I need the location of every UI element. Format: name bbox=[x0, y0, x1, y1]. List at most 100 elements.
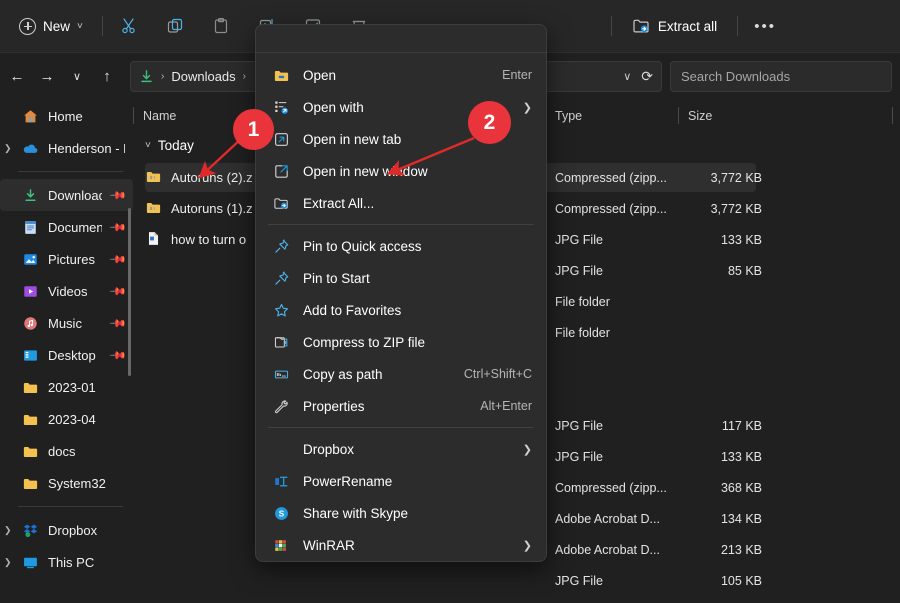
sidebar-item-documents[interactable]: Documents 📌 bbox=[0, 211, 133, 243]
navigation-pane[interactable]: Home ❯ Henderson - Per Downloads 📌 Documents 📌… bbox=[0, 100, 133, 603]
callout-badge-2: 2 bbox=[468, 101, 511, 144]
extract-all-button[interactable]: Extract all bbox=[622, 12, 727, 40]
cell-type: Compressed (zipp... bbox=[555, 170, 667, 185]
copy-icon[interactable] bbox=[159, 11, 191, 41]
menu-item-label: Compress to ZIP file bbox=[303, 334, 426, 350]
menu-item-label: Pin to Quick access bbox=[303, 238, 422, 254]
sidebar-item-system32[interactable]: System32 bbox=[0, 467, 133, 499]
cell-type: JPG File bbox=[555, 232, 603, 247]
extract-all-label: Extract all bbox=[657, 18, 718, 34]
extract-icon bbox=[633, 19, 649, 33]
file-name: Autoruns (1).z bbox=[171, 201, 253, 216]
context-menu[interactable]: Open Enter Open with ❯ Open in new tab Open i… bbox=[255, 24, 547, 562]
new-button-label: New bbox=[43, 18, 71, 34]
breadcrumb-downloads[interactable]: Downloads bbox=[171, 69, 235, 84]
menu-item-properties[interactable]: Properties Alt+Enter bbox=[258, 390, 544, 422]
back-button[interactable]: ← bbox=[2, 62, 32, 92]
new-button[interactable]: New ˅ bbox=[10, 13, 92, 40]
menu-item-extract-all[interactable]: Extract All... bbox=[258, 187, 544, 219]
refresh-icon[interactable]: ⟳ bbox=[641, 68, 653, 85]
cell-size: 213 KB bbox=[720, 542, 762, 557]
cell-size: 133 KB bbox=[720, 232, 762, 247]
menu-item-powerrename[interactable]: PowerRename bbox=[258, 465, 544, 497]
column-header-size[interactable]: Size bbox=[678, 107, 754, 124]
sidebar-item-label: Pictures bbox=[48, 251, 95, 267]
chevron-right-icon[interactable]: ❯ bbox=[4, 525, 12, 536]
forward-button[interactable]: → bbox=[32, 62, 62, 92]
cell-size: 3,772 KB bbox=[710, 170, 762, 185]
sidebar-item-downloads[interactable]: Downloads 📌 bbox=[0, 179, 133, 211]
breadcrumb-separator-1: › bbox=[161, 71, 165, 82]
menu-item-share-with-skype[interactable]: S Share with Skype bbox=[258, 497, 544, 529]
pin-icon: 📌 bbox=[108, 314, 127, 333]
chevron-right-icon[interactable]: ❯ bbox=[4, 143, 12, 154]
chevron-right-icon: ❯ bbox=[522, 539, 532, 552]
menu-item-pin-to-start[interactable]: Pin to Start bbox=[258, 262, 544, 294]
pin-icon: 📌 bbox=[108, 186, 127, 205]
chevron-right-icon: ❯ bbox=[522, 101, 532, 114]
toolbar-divider bbox=[101, 16, 103, 36]
pin-icon bbox=[271, 268, 291, 288]
sidebar-item-docs[interactable]: docs bbox=[0, 435, 133, 467]
menu-item-dropbox[interactable]: Dropbox ❯ bbox=[258, 433, 544, 465]
sidebar-item-label: Henderson - Per bbox=[48, 140, 125, 156]
cell-type: Compressed (zipp... bbox=[555, 480, 667, 495]
cell-size: 85 KB bbox=[727, 263, 762, 278]
cell-type: Adobe Acrobat D... bbox=[555, 542, 660, 557]
menu-item-label: Dropbox bbox=[303, 441, 355, 457]
file-name: Autoruns (2).z bbox=[171, 170, 253, 185]
menu-item-open[interactable]: Open Enter bbox=[258, 59, 544, 91]
winrar-icon bbox=[271, 535, 291, 555]
sidebar-divider bbox=[18, 171, 123, 172]
menu-item-copy-as-path[interactable]: Copy as path Ctrl+Shift+C bbox=[258, 358, 544, 390]
menu-item-winrar[interactable]: WinRAR ❯ bbox=[258, 529, 544, 561]
sidebar-item-dropbox[interactable]: ❯ Dropbox bbox=[0, 514, 133, 546]
chevron-down-icon: ˅ bbox=[77, 20, 83, 32]
menu-item-compress-to-zip-file[interactable]: Compress to ZIP file bbox=[258, 326, 544, 358]
sidebar-item-desktop[interactable]: Desktop 📌 bbox=[0, 339, 133, 371]
sidebar-item-this-pc[interactable]: ❯ This PC bbox=[0, 546, 133, 578]
sidebar-item-music[interactable]: Music 📌 bbox=[0, 307, 133, 339]
menu-item-open-in-new-window[interactable]: Open in new window bbox=[258, 155, 544, 187]
search-input[interactable]: Search Downloads bbox=[670, 61, 892, 92]
svg-text:S: S bbox=[278, 509, 284, 518]
cell-type: JPG File bbox=[555, 263, 603, 278]
sidebar-item-2023-01[interactable]: 2023-01 bbox=[0, 371, 133, 403]
sidebar-item-2023-04[interactable]: 2023-04 bbox=[0, 403, 133, 435]
videos-icon bbox=[22, 283, 39, 300]
chevron-right-icon[interactable]: ❯ bbox=[4, 557, 12, 568]
sidebar-item-label: Dropbox bbox=[48, 522, 98, 538]
up-button[interactable]: ↑ bbox=[92, 62, 122, 92]
pin-icon bbox=[271, 236, 291, 256]
table-row[interactable]: (1)4/19/2023 4:18 AMFile folder bbox=[133, 596, 900, 603]
menu-item-add-to-favorites[interactable]: Add to Favorites bbox=[258, 294, 544, 326]
group-header-today[interactable]: ˅ Today bbox=[145, 138, 194, 153]
sidebar-item-label: System32 bbox=[48, 475, 106, 491]
recent-locations-button[interactable]: ∨ bbox=[62, 62, 92, 92]
cell-type: Adobe Acrobat D... bbox=[555, 511, 660, 526]
menu-item-pin-to-quick-access[interactable]: Pin to Quick access bbox=[258, 230, 544, 262]
menu-item-label: Share with Skype bbox=[303, 505, 409, 521]
file-name: how to turn o bbox=[171, 232, 247, 247]
see-more-button[interactable]: ••• bbox=[748, 12, 782, 40]
column-header-type[interactable]: Type bbox=[545, 107, 678, 124]
desktop-icon bbox=[22, 347, 39, 364]
onedrive-icon bbox=[22, 140, 39, 157]
cut-icon[interactable] bbox=[113, 11, 145, 41]
sidebar-item-videos[interactable]: Videos 📌 bbox=[0, 275, 133, 307]
breadcrumb-separator-2[interactable]: › bbox=[243, 71, 246, 82]
downloads-icon bbox=[141, 70, 152, 83]
sidebar-scrollbar[interactable] bbox=[128, 208, 131, 376]
paste-icon[interactable] bbox=[205, 11, 237, 41]
address-dropdown-icon[interactable]: ∨ bbox=[623, 70, 631, 83]
toolbar-divider-3 bbox=[737, 16, 739, 36]
menu-divider bbox=[268, 427, 534, 428]
group-header-label: Today bbox=[157, 138, 194, 153]
pin-icon: 📌 bbox=[108, 218, 127, 237]
table-row[interactable]: JPG File 105 KB bbox=[133, 565, 900, 596]
see-more-label: ••• bbox=[754, 17, 777, 35]
menu-item-label: Properties bbox=[303, 398, 365, 414]
sidebar-item-home[interactable]: Home bbox=[0, 100, 133, 132]
sidebar-item-pictures[interactable]: Pictures 📌 bbox=[0, 243, 133, 275]
sidebar-item-henderson-per[interactable]: ❯ Henderson - Per bbox=[0, 132, 133, 164]
